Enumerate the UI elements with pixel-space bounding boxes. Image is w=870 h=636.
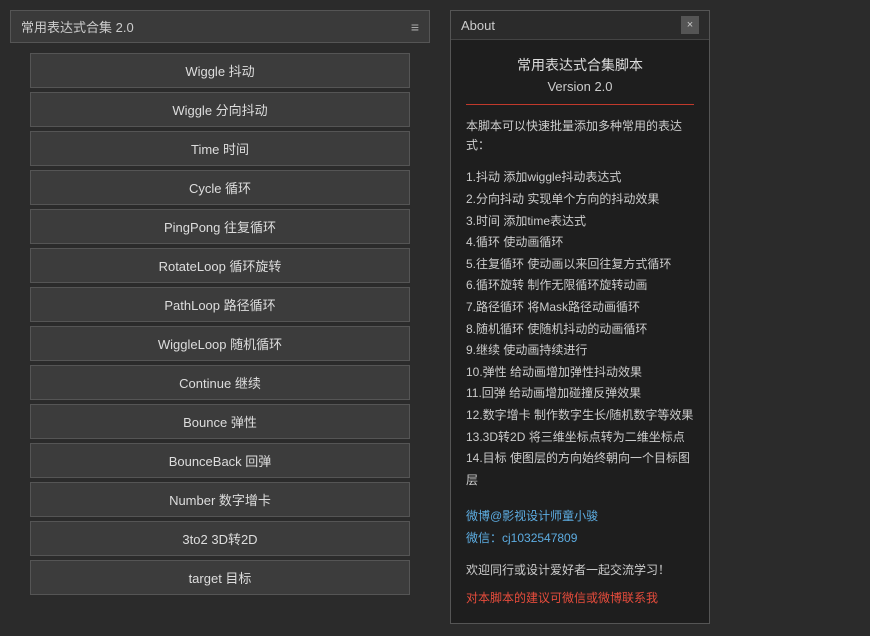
feature-item: 9.继续 使动画持续进行 xyxy=(466,340,694,362)
feature-item: 4.循环 使动画循环 xyxy=(466,232,694,254)
about-version: Version 2.0 xyxy=(466,79,694,94)
btn-wiggle[interactable]: Wiggle 抖动 xyxy=(30,53,410,88)
btn-cycle[interactable]: Cycle 循环 xyxy=(30,170,410,205)
panel-header: 常用表达式合集 2.0 ≡ xyxy=(10,10,430,43)
feature-item: 5.往复循环 使动画以来回往复方式循环 xyxy=(466,254,694,276)
btn-number[interactable]: Number 数字增卡 xyxy=(30,482,410,517)
feature-item: 3.时间 添加time表达式 xyxy=(466,211,694,233)
btn-target[interactable]: target 目标 xyxy=(30,560,410,595)
btn-pathloop[interactable]: PathLoop 路径循环 xyxy=(30,287,410,322)
about-contact: 微博@影视设计师童小骏微信：cj1032547809 xyxy=(466,506,694,549)
about-content: 常用表达式合集脚本 Version 2.0 本脚本可以快速批量添加多种常用的表达… xyxy=(451,40,709,623)
about-features: 1.抖动 添加wiggle抖动表达式2.分向抖动 实现单个方向的抖动效果3.时间… xyxy=(466,167,694,491)
btn-bounceback[interactable]: BounceBack 回弹 xyxy=(30,443,410,478)
feature-item: 13.3D转2D 将三维坐标点转为二维坐标点 xyxy=(466,427,694,449)
btn-wiggleloop[interactable]: WiggleLoop 随机循环 xyxy=(30,326,410,361)
about-close-button[interactable]: × xyxy=(681,16,699,34)
about-desc: 本脚本可以快速批量添加多种常用的表达式： xyxy=(466,117,694,155)
about-script-title: 常用表达式合集脚本 xyxy=(466,55,694,75)
btn-3to2[interactable]: 3to2 3D转2D xyxy=(30,521,410,556)
feature-item: 14.目标 使图层的方向始终朝向一个目标图层 xyxy=(466,448,694,491)
about-divider xyxy=(466,104,694,105)
contact-item: 微博@影视设计师童小骏 xyxy=(466,506,694,528)
about-feedback: 对本脚本的建议可微信或微博联系我 xyxy=(466,589,694,608)
right-panel: About × 常用表达式合集脚本 Version 2.0 本脚本可以快速批量添… xyxy=(440,0,870,636)
feature-item: 7.路径循环 将Mask路径动画循环 xyxy=(466,297,694,319)
menu-icon[interactable]: ≡ xyxy=(411,19,419,35)
feature-item: 2.分向抖动 实现单个方向的抖动效果 xyxy=(466,189,694,211)
btn-wiggle-dir[interactable]: Wiggle 分向抖动 xyxy=(30,92,410,127)
about-invite: 欢迎同行或设计爱好者一起交流学习！ xyxy=(466,561,694,580)
panel-title: 常用表达式合集 2.0 xyxy=(21,17,134,36)
btn-continue[interactable]: Continue 继续 xyxy=(30,365,410,400)
about-title: About xyxy=(461,18,495,33)
about-window: About × 常用表达式合集脚本 Version 2.0 本脚本可以快速批量添… xyxy=(450,10,710,624)
feature-item: 6.循环旋转 制作无限循环旋转动画 xyxy=(466,275,694,297)
btn-time[interactable]: Time 时间 xyxy=(30,131,410,166)
feature-item: 1.抖动 添加wiggle抖动表达式 xyxy=(466,167,694,189)
about-titlebar: About × xyxy=(451,11,709,40)
btn-pingpong[interactable]: PingPong 往复循环 xyxy=(30,209,410,244)
button-list: Wiggle 抖动 Wiggle 分向抖动 Time 时间 Cycle 循环 PingP… xyxy=(10,53,430,595)
feature-item: 12.数字增卡 制作数字生长/随机数字等效果 xyxy=(466,405,694,427)
btn-bounce[interactable]: Bounce 弹性 xyxy=(30,404,410,439)
btn-rotateloop[interactable]: RotateLoop 循环旋转 xyxy=(30,248,410,283)
feature-item: 10.弹性 给动画增加弹性抖动效果 xyxy=(466,362,694,384)
left-panel: 常用表达式合集 2.0 ≡ Wiggle 抖动 Wiggle 分向抖动 Time 时… xyxy=(0,0,440,636)
feature-item: 8.随机循环 使随机抖动的动画循环 xyxy=(466,319,694,341)
contact-item: 微信：cj1032547809 xyxy=(466,528,694,550)
feature-item: 11.回弹 给动画增加碰撞反弹效果 xyxy=(466,383,694,405)
